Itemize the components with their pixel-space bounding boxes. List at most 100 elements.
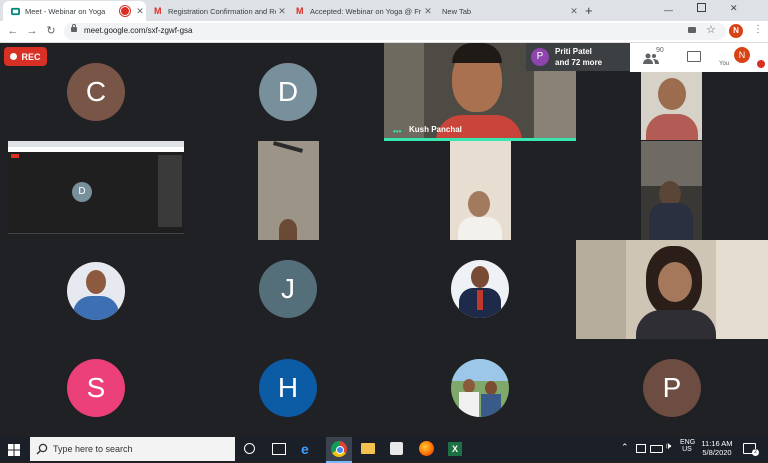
notification-line2: and 72 more (555, 58, 603, 67)
tab-close-icon[interactable]: ✕ (276, 6, 288, 17)
participants-notification[interactable]: P Priti Patel and 72 more (526, 43, 630, 71)
participants-count: 90 (656, 47, 664, 54)
battery-icon[interactable] (650, 445, 663, 453)
participant-background (641, 141, 702, 186)
participant-photo-1 (67, 262, 125, 320)
gmail-favicon-icon: M (154, 5, 162, 16)
room-window (716, 240, 768, 339)
task-view-icon[interactable] (272, 443, 286, 455)
language-indicator[interactable]: ENG US (680, 439, 696, 453)
new-tab-button[interactable]: + (585, 3, 593, 18)
tab-meet-title: Meet - Webinar on Yoga (25, 6, 106, 16)
shared-screen-toolbar (8, 147, 184, 152)
participant-avatar-c: C (67, 63, 125, 121)
participant-shirt (636, 310, 716, 339)
file-explorer-icon[interactable] (361, 443, 375, 454)
shared-screen-rec-icon (11, 154, 19, 158)
participant-face (658, 78, 686, 110)
shared-screen-avatar: D (72, 182, 92, 202)
chat-icon[interactable] (687, 51, 701, 62)
tab-close-icon[interactable]: ✕ (568, 6, 580, 17)
minimize-button[interactable]: — (664, 5, 673, 15)
back-button[interactable]: ← (6, 24, 20, 38)
volume-icon[interactable]: 🕩 (665, 441, 671, 452)
edge-icon[interactable]: e (301, 441, 317, 457)
region-code: US (682, 446, 692, 453)
meet-favicon-icon (11, 7, 20, 16)
recording-indicator-icon (120, 6, 130, 16)
shared-screen-taskbar (8, 233, 184, 240)
presenter-hair (452, 43, 502, 63)
firefox-icon[interactable] (419, 441, 434, 456)
windows-start-icon[interactable] (8, 443, 20, 461)
chrome-icon-center (336, 446, 344, 454)
window-close-button[interactable]: ✕ (730, 3, 738, 14)
excel-icon[interactable]: X (448, 442, 462, 456)
participant-video-large[interactable] (576, 240, 768, 339)
taskbar-search-box[interactable]: Type here to search (30, 437, 235, 461)
self-muted-icon (757, 60, 765, 68)
bookmark-star-icon[interactable]: ☆ (706, 23, 716, 36)
participant-photo-3 (451, 359, 509, 417)
participant-face (279, 219, 297, 240)
shared-screen-sidebar (158, 155, 182, 227)
language-code: ENG (680, 439, 696, 446)
participant-video-right-2[interactable] (641, 141, 702, 240)
tab-registration[interactable]: M Registration Confirmation and Re ✕ (146, 1, 288, 21)
camera-icon[interactable] (688, 27, 696, 33)
tab-accepted-title: Accepted: Webinar on Yoga @ Fr (310, 6, 422, 16)
notification-line1: Priti Patel (555, 47, 592, 56)
clock-time: 11:16 AM (701, 439, 733, 448)
search-icon (36, 442, 48, 460)
speaking-indicator-icon: ••• (393, 127, 402, 136)
search-placeholder: Type here to search (53, 444, 133, 454)
participant-shirt (458, 217, 502, 240)
recording-badge: REC (4, 47, 47, 66)
participant-shirt (646, 114, 698, 140)
participant-video-fan[interactable] (258, 141, 319, 240)
store-icon[interactable] (390, 442, 403, 455)
participant-avatar-j: J (259, 260, 317, 318)
participant-video-elder[interactable] (450, 141, 511, 240)
tab-meet[interactable]: Meet - Webinar on Yoga ✕ (3, 1, 146, 21)
participant-photo-2 (451, 260, 509, 318)
tab-registration-title: Registration Confirmation and Re (168, 6, 276, 16)
self-avatar[interactable]: N (734, 47, 750, 63)
forward-button[interactable]: → (25, 24, 39, 38)
reload-button[interactable]: ↻ (44, 24, 58, 38)
clock[interactable]: 11:16 AM 5/8/2020 (700, 439, 734, 457)
rec-dot-icon (10, 53, 18, 60)
tab-new-title: New Tab (442, 6, 472, 16)
restore-button[interactable] (697, 3, 706, 12)
chrome-taskbar-button[interactable] (326, 437, 352, 463)
tab-accepted[interactable]: M Accepted: Webinar on Yoga @ Fr ✕ (288, 1, 434, 21)
rec-label: REC (21, 51, 41, 62)
notification-count-badge: 2 (752, 449, 759, 456)
lock-icon (71, 24, 77, 32)
people-icon[interactable] (643, 52, 659, 70)
tab-close-icon[interactable]: ✕ (422, 6, 434, 17)
participant-avatar-s: S (67, 359, 125, 417)
chrome-menu-icon[interactable]: ⋮ (753, 24, 763, 36)
presenter-name: Kush Panchal (409, 125, 462, 134)
participant-face (658, 262, 692, 302)
network-icon[interactable] (636, 444, 646, 453)
room-wall (576, 240, 626, 339)
tab-close-icon[interactable]: ✕ (134, 6, 146, 17)
participant-face (468, 191, 490, 217)
shared-screen-tile[interactable]: D (8, 141, 184, 240)
participant-shirt (649, 203, 693, 240)
participant-video-right-1[interactable] (641, 72, 702, 140)
ceiling-fan-icon (272, 141, 304, 153)
clock-date: 5/8/2020 (702, 448, 732, 457)
notification-avatar: P (531, 48, 549, 66)
participant-avatar-p: P (643, 359, 701, 417)
tab-new[interactable]: New Tab ✕ (434, 1, 580, 21)
cortana-icon[interactable] (244, 443, 255, 454)
url-text: meet.google.com/sxf-zgwf-gsa (84, 26, 193, 35)
tray-chevron-icon[interactable]: ⌃ (621, 442, 629, 453)
gmail-favicon-icon: M (296, 5, 304, 16)
participant-avatar-h: H (259, 359, 317, 417)
profile-avatar[interactable]: N (729, 24, 743, 38)
participant-avatar-d: D (259, 63, 317, 121)
